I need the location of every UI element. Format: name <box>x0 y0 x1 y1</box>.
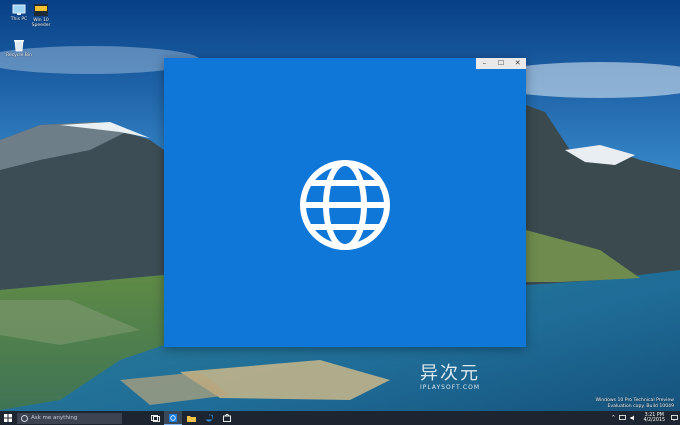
watermark-subtitle: IPLAYSOFT.COM <box>420 384 480 391</box>
desktop: This PC Win 10 Speeder Recycle Bin – ☐ ✕ <box>0 0 680 425</box>
search-box[interactable]: Ask me anything <box>17 412 122 424</box>
notification-icon[interactable] <box>671 415 678 421</box>
maximize-button[interactable]: ☐ <box>493 58 510 69</box>
speeder-label: Win 10 Speeder <box>31 18 51 28</box>
recycle-bin-desktop-icon[interactable]: Recycle Bin <box>2 38 36 58</box>
search-placeholder: Ask me anything <box>31 415 78 421</box>
taskbar-store[interactable] <box>218 411 236 425</box>
taskbar-clock[interactable]: 3:21 PM 4/2/2015 <box>643 413 665 423</box>
windows-logo-icon <box>4 414 12 422</box>
system-tray: ^ 3:21 PM 4/2/2015 <box>609 411 680 425</box>
taskbar-app-browser[interactable] <box>164 411 182 425</box>
evaluation-notice: Windows 10 Pro Technical Preview Evaluat… <box>596 398 674 410</box>
taskbar-edge[interactable] <box>200 411 218 425</box>
watermark-logo-text: 异次元 <box>420 363 480 384</box>
task-view-button[interactable] <box>146 411 164 425</box>
taskbar: Ask me anything ^ 3:21 PM 4/2/2015 <box>0 411 680 425</box>
watermark-logo: 异次元 IPLAYSOFT.COM <box>404 364 496 392</box>
task-view-icon <box>150 414 160 422</box>
minimize-button[interactable]: – <box>476 58 493 69</box>
globe-icon <box>300 160 390 250</box>
close-button[interactable]: ✕ <box>509 58 526 69</box>
recycle-bin-icon <box>14 40 24 52</box>
recycle-bin-label: Recycle Bin <box>6 53 32 58</box>
app-globe-icon <box>169 413 177 422</box>
network-icon[interactable] <box>619 415 627 421</box>
chevron-up-icon[interactable]: ^ <box>611 416 615 421</box>
start-button[interactable] <box>0 411 16 425</box>
clock-date: 4/2/2015 <box>643 418 665 423</box>
store-icon <box>223 414 231 422</box>
volume-icon[interactable] <box>630 415 637 421</box>
edge-browser-icon <box>205 414 213 422</box>
cortana-icon <box>21 414 28 422</box>
app-window[interactable]: – ☐ ✕ <box>164 58 526 347</box>
folder-icon <box>186 415 196 422</box>
speeder-app-icon <box>34 4 48 16</box>
taskbar-file-explorer[interactable] <box>182 411 200 425</box>
evaluation-notice-line2: Evaluation copy. Build 10049 <box>607 404 674 409</box>
speeder-desktop-icon[interactable]: Win 10 Speeder <box>24 3 58 28</box>
window-controls: – ☐ ✕ <box>476 58 526 69</box>
